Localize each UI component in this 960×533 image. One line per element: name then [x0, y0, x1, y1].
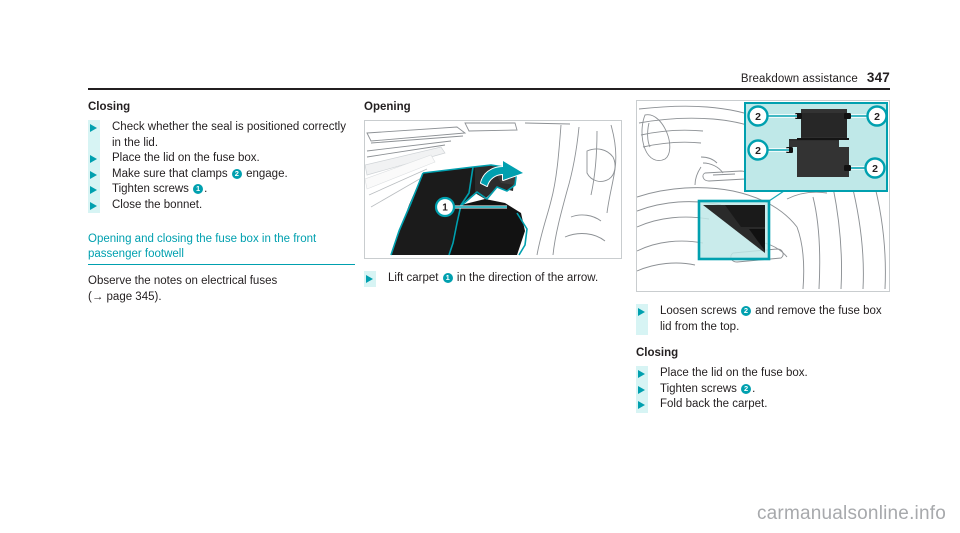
- closing-step-list: Check whether the seal is positioned cor…: [88, 120, 355, 213]
- section-cross-reference-heading[interactable]: Opening and closing the fuse box in the …: [88, 232, 355, 264]
- section-heading-underline: [88, 264, 355, 266]
- opening-step-list: Lift carpet 1 in the direction of the ar…: [364, 271, 622, 287]
- column-left: Closing Check whether the seal is positi…: [88, 100, 355, 305]
- header-section-title: Breakdown assistance: [740, 73, 858, 85]
- step-text-after: .: [752, 382, 756, 395]
- step-text-before: Fold back the carpet.: [660, 398, 768, 410]
- step-text-before: Lift carpet: [388, 272, 442, 284]
- list-item: Place the lid on the fuse box.: [88, 151, 355, 167]
- step-text-before: Make sure that clamps: [112, 167, 231, 180]
- site-watermark: carmanualsonline.info: [756, 503, 946, 524]
- callout-badge: 2: [231, 168, 242, 179]
- arrow-bullet-icon: [88, 151, 100, 167]
- fuse-box-lid-figure: 2 2 2 2: [636, 100, 890, 292]
- list-item: Fold back the carpet.: [636, 397, 890, 413]
- loosen-step-list: Loosen screws 2 and remove the fuse box …: [636, 304, 890, 335]
- closing-heading-right: Closing: [636, 347, 679, 359]
- arrow-bullet-icon: [88, 197, 100, 213]
- list-item: Loosen screws 2 and remove the fuse box …: [636, 304, 890, 335]
- arrow-bullet-icon: [88, 120, 100, 151]
- callout-badge: 1: [193, 184, 204, 194]
- arrow-bullet-icon: [636, 304, 648, 335]
- svg-text:2: 2: [872, 163, 878, 175]
- manual-page: Breakdown assistance 347 Closing Check w…: [0, 0, 960, 533]
- header-divider: [88, 88, 890, 90]
- list-item: Check whether the seal is positioned cor…: [88, 120, 355, 151]
- callout-badge: 2: [741, 383, 752, 394]
- page-number: 347: [866, 70, 890, 85]
- list-item: Make sure that clamps 2 engage.: [88, 166, 355, 182]
- step-text-after: .: [204, 183, 208, 195]
- list-item: Place the lid on the fuse box.: [636, 366, 890, 382]
- svg-text:2: 2: [755, 145, 761, 157]
- step-text-after: engage.: [242, 167, 288, 180]
- arrow-bullet-icon: [88, 166, 100, 182]
- fuse-box-lid-illustration: 2 2 2 2: [637, 101, 889, 291]
- note-line-1: Observe the notes on electrical fuses: [88, 275, 278, 288]
- svg-text:2: 2: [755, 111, 761, 123]
- step-text-before: Check whether the seal is positioned cor…: [112, 121, 346, 149]
- arrow-bullet-icon: [88, 182, 100, 198]
- arrow-bullet-icon: [636, 381, 648, 397]
- list-item: Tighten screws 1.: [88, 182, 355, 198]
- list-item: Close the bonnet.: [88, 197, 355, 213]
- step-text-before: Loosen screws: [660, 305, 740, 317]
- arrow-bullet-icon: [364, 271, 376, 287]
- step-text-before: Place the lid on the fuse box.: [112, 152, 260, 164]
- svg-text:1: 1: [442, 203, 448, 214]
- step-text-after: in the direction of the arrow.: [453, 272, 599, 284]
- note-line-2: (→ page 345).: [88, 290, 162, 303]
- closing-step-list-right: Place the lid on the fuse box. Tighten s…: [636, 366, 890, 413]
- list-item: Lift carpet 1 in the direction of the ar…: [364, 271, 622, 287]
- running-header: Breakdown assistance 347: [88, 70, 890, 90]
- arrow-bullet-icon: [636, 366, 648, 382]
- step-text-before: Tighten screws: [660, 382, 741, 395]
- step-text-before: Place the lid on the fuse box.: [660, 367, 808, 379]
- callout-badge: 1: [442, 273, 453, 283]
- svg-text:2: 2: [874, 111, 880, 123]
- column-middle: Opening 1 Lift carpet 1 in the direction…: [364, 100, 622, 287]
- column-right: 2 2 2 2 Loosen screws 2 and remove the f…: [636, 100, 890, 413]
- opening-heading: Opening: [364, 101, 411, 113]
- arrow-bullet-icon: [636, 397, 648, 413]
- list-item: Tighten screws 2.: [636, 381, 890, 397]
- step-text-before: Tighten screws: [112, 183, 193, 195]
- step-text-before: Close the bonnet.: [112, 198, 203, 211]
- footwell-carpet-figure: 1: [364, 120, 622, 259]
- footwell-carpet-illustration: 1: [365, 121, 621, 258]
- closing-heading: Closing: [88, 101, 131, 113]
- callout-badge: 2: [740, 306, 751, 316]
